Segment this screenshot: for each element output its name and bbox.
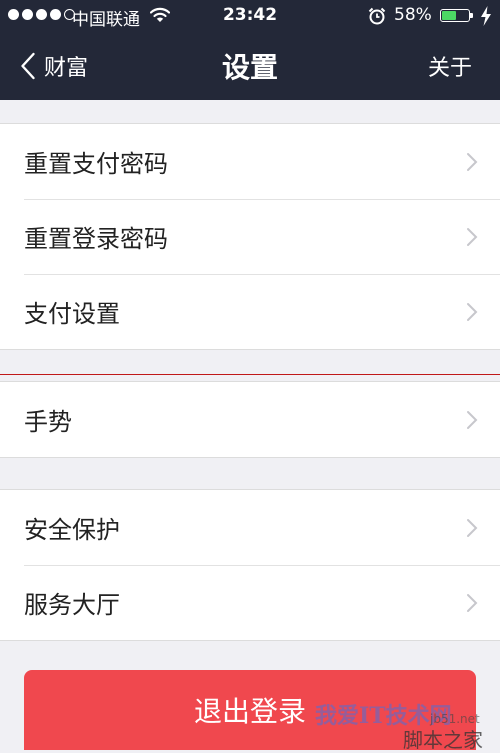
battery-icon	[440, 9, 473, 22]
payment-settings-item[interactable]: 支付设置	[0, 274, 500, 349]
chevron-right-icon	[467, 153, 478, 171]
item-label: 重置支付密码	[24, 150, 168, 178]
top-bar: 中国联通 23:42 58% 财富 设置 关于	[0, 0, 500, 100]
chevron-right-icon	[467, 411, 478, 429]
settings-group-payment: 重置支付密码 重置登录密码 支付设置	[0, 123, 500, 350]
logout-button[interactable]: 退出登录	[24, 670, 476, 750]
settings-group-security: 安全保护 服务大厅	[0, 489, 500, 641]
chevron-right-icon	[467, 228, 478, 246]
security-protection-item[interactable]: 安全保护	[0, 490, 500, 565]
item-label: 重置登录密码	[24, 225, 168, 253]
gesture-item[interactable]: 手势	[0, 382, 500, 457]
chevron-right-icon	[467, 594, 478, 612]
settings-group-gesture: 手势	[0, 381, 500, 458]
nav-bar: 财富 设置 关于	[0, 32, 500, 100]
divider-line	[0, 374, 500, 375]
alarm-clock-icon	[368, 7, 386, 25]
back-label: 财富	[44, 56, 89, 81]
item-label: 服务大厅	[24, 591, 120, 619]
service-hall-item[interactable]: 服务大厅	[0, 565, 500, 640]
item-label: 支付设置	[24, 300, 120, 328]
chevron-right-icon	[467, 303, 478, 321]
about-button[interactable]: 关于	[428, 50, 472, 82]
item-label: 安全保护	[24, 516, 120, 544]
item-label: 手势	[24, 408, 72, 436]
battery-nub	[470, 13, 473, 18]
charging-bolt-icon	[481, 6, 491, 26]
back-chevron-icon	[21, 52, 35, 80]
reset-payment-password-item[interactable]: 重置支付密码	[0, 124, 500, 199]
battery-percent: 58%	[394, 5, 432, 25]
status-bar: 中国联通 23:42 58%	[0, 0, 500, 32]
back-button[interactable]: 财富	[20, 52, 89, 81]
battery-fill	[442, 11, 456, 20]
chevron-right-icon	[467, 519, 478, 537]
reset-login-password-item[interactable]: 重置登录密码	[0, 199, 500, 274]
